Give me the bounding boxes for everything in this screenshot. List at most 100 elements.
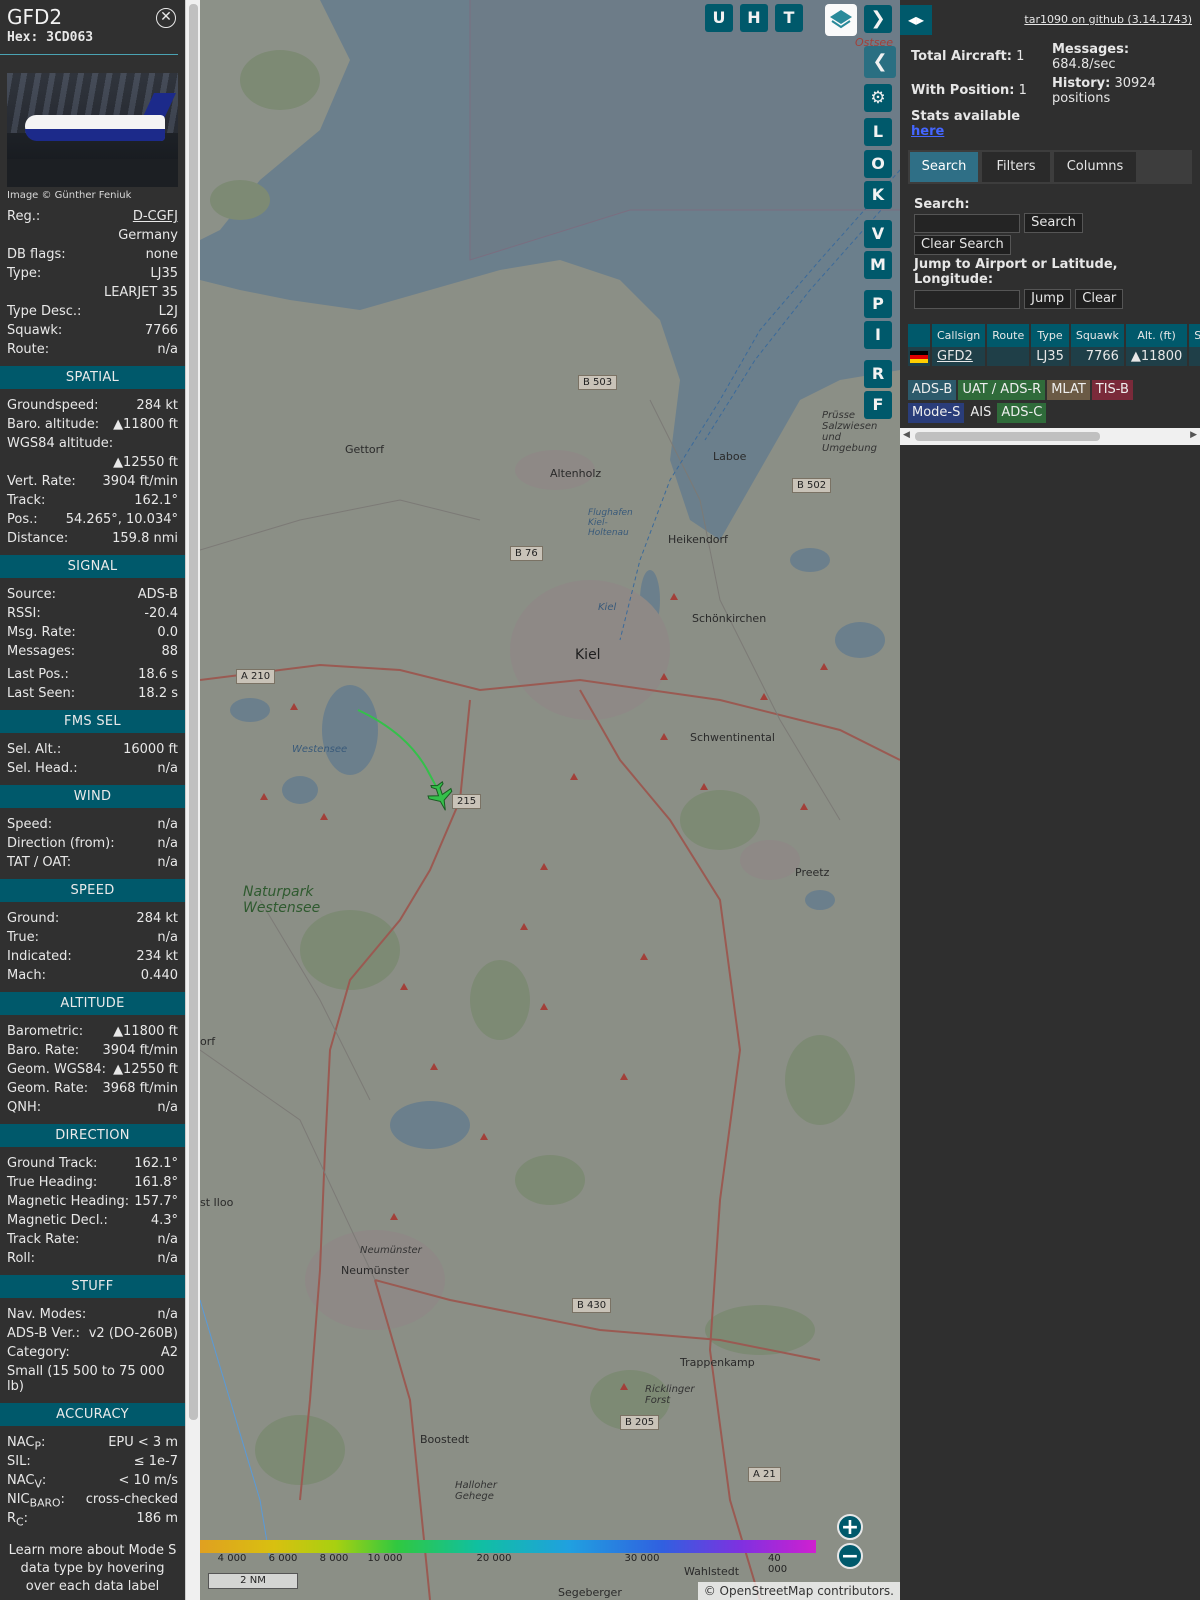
map-button-o[interactable]: O (864, 150, 892, 178)
info-row: Source: ADS-B (0, 585, 185, 604)
legend-uat-ads-r[interactable]: UAT / ADS-R (958, 380, 1046, 400)
layers-icon[interactable] (825, 4, 857, 36)
info-value: ≤ 1e-7 (133, 1454, 178, 1469)
github-link[interactable]: tar1090 on github (3.14.1743) (1024, 13, 1192, 26)
registration-link[interactable]: D-CGFJ (133, 207, 178, 226)
info-label: NICBARO: (7, 1492, 65, 1510)
info-row: Nav. Modes: n/a (0, 1305, 185, 1324)
photo-credit: Image © Günther Feniuk (7, 190, 132, 201)
info-label: TAT / OAT: (7, 855, 72, 870)
tab-columns[interactable]: Columns (1054, 152, 1136, 182)
info-value: 284 kt (136, 398, 178, 413)
map-label-edge-1: orf (200, 1035, 216, 1048)
map-label-neumunster-small: Neumünster (360, 1245, 422, 1256)
info-value: 88 (161, 644, 178, 659)
map-button-k[interactable]: K (864, 181, 892, 209)
row-type: LJ35 (1030, 347, 1071, 366)
map-button-l[interactable]: L (864, 118, 892, 146)
map-button-t[interactable]: T (775, 4, 803, 32)
info-label: Last Pos.: (7, 667, 69, 682)
jump-input[interactable] (914, 289, 1020, 309)
map-button-m[interactable]: M (864, 251, 892, 279)
info-label: Baro. altitude: (7, 417, 100, 432)
gear-icon[interactable]: ⚙ (864, 84, 892, 112)
section-header-fms-sel: FMS SEL (0, 710, 185, 733)
col-type[interactable]: Type (1030, 324, 1071, 347)
search-button[interactable]: Search (1024, 213, 1083, 233)
openstreetmap-link[interactable]: OpenStreetMap (720, 1584, 814, 1598)
legend-ais[interactable]: AIS (966, 403, 996, 423)
expand-arrows-icon[interactable]: ◂▸ (900, 5, 932, 35)
table-horizontal-scrollbar[interactable]: ◀ ▶ (900, 428, 1200, 445)
info-row: Track: 162.1° (0, 491, 185, 510)
info-row: Messages: 88 (0, 642, 185, 661)
jump-button[interactable]: Jump (1024, 289, 1072, 309)
info-label: Nav. Modes: (7, 1307, 87, 1322)
tab-filters[interactable]: Filters (982, 152, 1050, 182)
info-row: ADS-B Ver.: v2 (DO-260B) (0, 1324, 185, 1343)
info-label: NACV: (7, 1473, 47, 1491)
info-label: QNH: (7, 1100, 42, 1115)
info-row: SIL: ≤ 1e-7 (0, 1452, 185, 1471)
chevron-right-icon[interactable]: ❯ (864, 5, 892, 33)
info-label: Sel. Head.: (7, 761, 78, 776)
map-button-h[interactable]: H (740, 4, 768, 32)
col-squawk[interactable]: Squawk (1069, 324, 1126, 347)
map-button-v[interactable]: V (864, 220, 892, 248)
map-label-laboe: Laboe (713, 450, 747, 463)
info-row: Baro. altitude: ▲11800 ft (0, 415, 185, 434)
info-value: 0.440 (140, 968, 178, 983)
info-label: Pos.: (7, 512, 38, 527)
legend-mode-s[interactable]: Mode-S (908, 403, 965, 423)
info-value: LJ35 (150, 266, 178, 281)
info-footer: Learn more about Mode S data type by hov… (8, 1543, 177, 1594)
col-altitude[interactable]: Alt. (ft) (1124, 324, 1190, 347)
table-row[interactable]: GFD2 LJ35 7766 ▲11800 (908, 347, 1200, 366)
source-legend: ADS-B UAT / ADS-R MLAT TIS-B Mode-S AIS ADS-C (908, 380, 1198, 426)
legend-mlat[interactable]: MLAT (1047, 380, 1090, 400)
info-row: Geom. Rate: 3968 ft/min (0, 1079, 185, 1098)
clear-button[interactable]: Clear (1075, 289, 1124, 309)
sidebar-tabs: Search Filters Columns (908, 150, 1192, 184)
col-flag[interactable] (908, 324, 932, 347)
close-icon[interactable]: ✕ (156, 8, 176, 28)
chevron-left-icon[interactable]: ❮ (864, 46, 896, 78)
zoom-out-icon[interactable]: − (837, 1543, 863, 1569)
legend-ads-c[interactable]: ADS-C (997, 403, 1047, 423)
map-button-r[interactable]: R (864, 360, 892, 388)
map-button-u[interactable]: U (705, 4, 733, 32)
info-row: RC: 186 m (0, 1509, 185, 1529)
row-callsign[interactable]: GFD2 (937, 349, 973, 364)
info-label: Speed: (7, 817, 53, 832)
info-label: Distance: (7, 531, 69, 546)
road-shield: 215 (452, 794, 482, 809)
info-scrollbar[interactable] (185, 0, 200, 1600)
legend-ads-b[interactable]: ADS-B (908, 380, 957, 400)
col-route[interactable]: Route (986, 324, 1032, 347)
aircraft-photo[interactable] (7, 73, 178, 187)
legend-tis-b[interactable]: TIS-B (1091, 380, 1133, 400)
map-button-i[interactable]: I (864, 321, 892, 349)
col-callsign[interactable]: Callsign (931, 324, 988, 347)
stats-link[interactable]: here (911, 124, 944, 139)
map[interactable]: Kiel Laboe Gettorf Altenholz Heikendorf … (200, 0, 900, 1600)
search-input[interactable] (914, 213, 1020, 233)
info-general: Reg.: D-CGFJ Germany DB flags: none Type: LJ35… (0, 207, 185, 359)
info-label: Magnetic Heading: (7, 1194, 130, 1209)
section-header-wind: WIND (0, 785, 185, 808)
info-row: Mach: 0.440 (0, 966, 185, 985)
info-label: Geom. Rate: (7, 1081, 89, 1096)
road-shield: A 21 (748, 1467, 781, 1482)
info-value: n/a (157, 1251, 178, 1266)
map-label-boostedt: Boostedt (420, 1433, 470, 1446)
map-button-f[interactable]: F (864, 391, 892, 419)
map-label-neumunster: Neumünster (341, 1264, 409, 1277)
germany-flag-icon (910, 350, 928, 363)
map-button-p[interactable]: P (864, 290, 892, 318)
info-row: Track Rate: n/a (0, 1230, 185, 1249)
info-value: cross-checked (85, 1492, 178, 1507)
col-speed[interactable]: Spd (1188, 324, 1200, 347)
zoom-in-icon[interactable]: + (837, 1514, 863, 1540)
clear-search-button[interactable]: Clear Search (914, 235, 1011, 255)
tab-search[interactable]: Search (910, 152, 978, 182)
